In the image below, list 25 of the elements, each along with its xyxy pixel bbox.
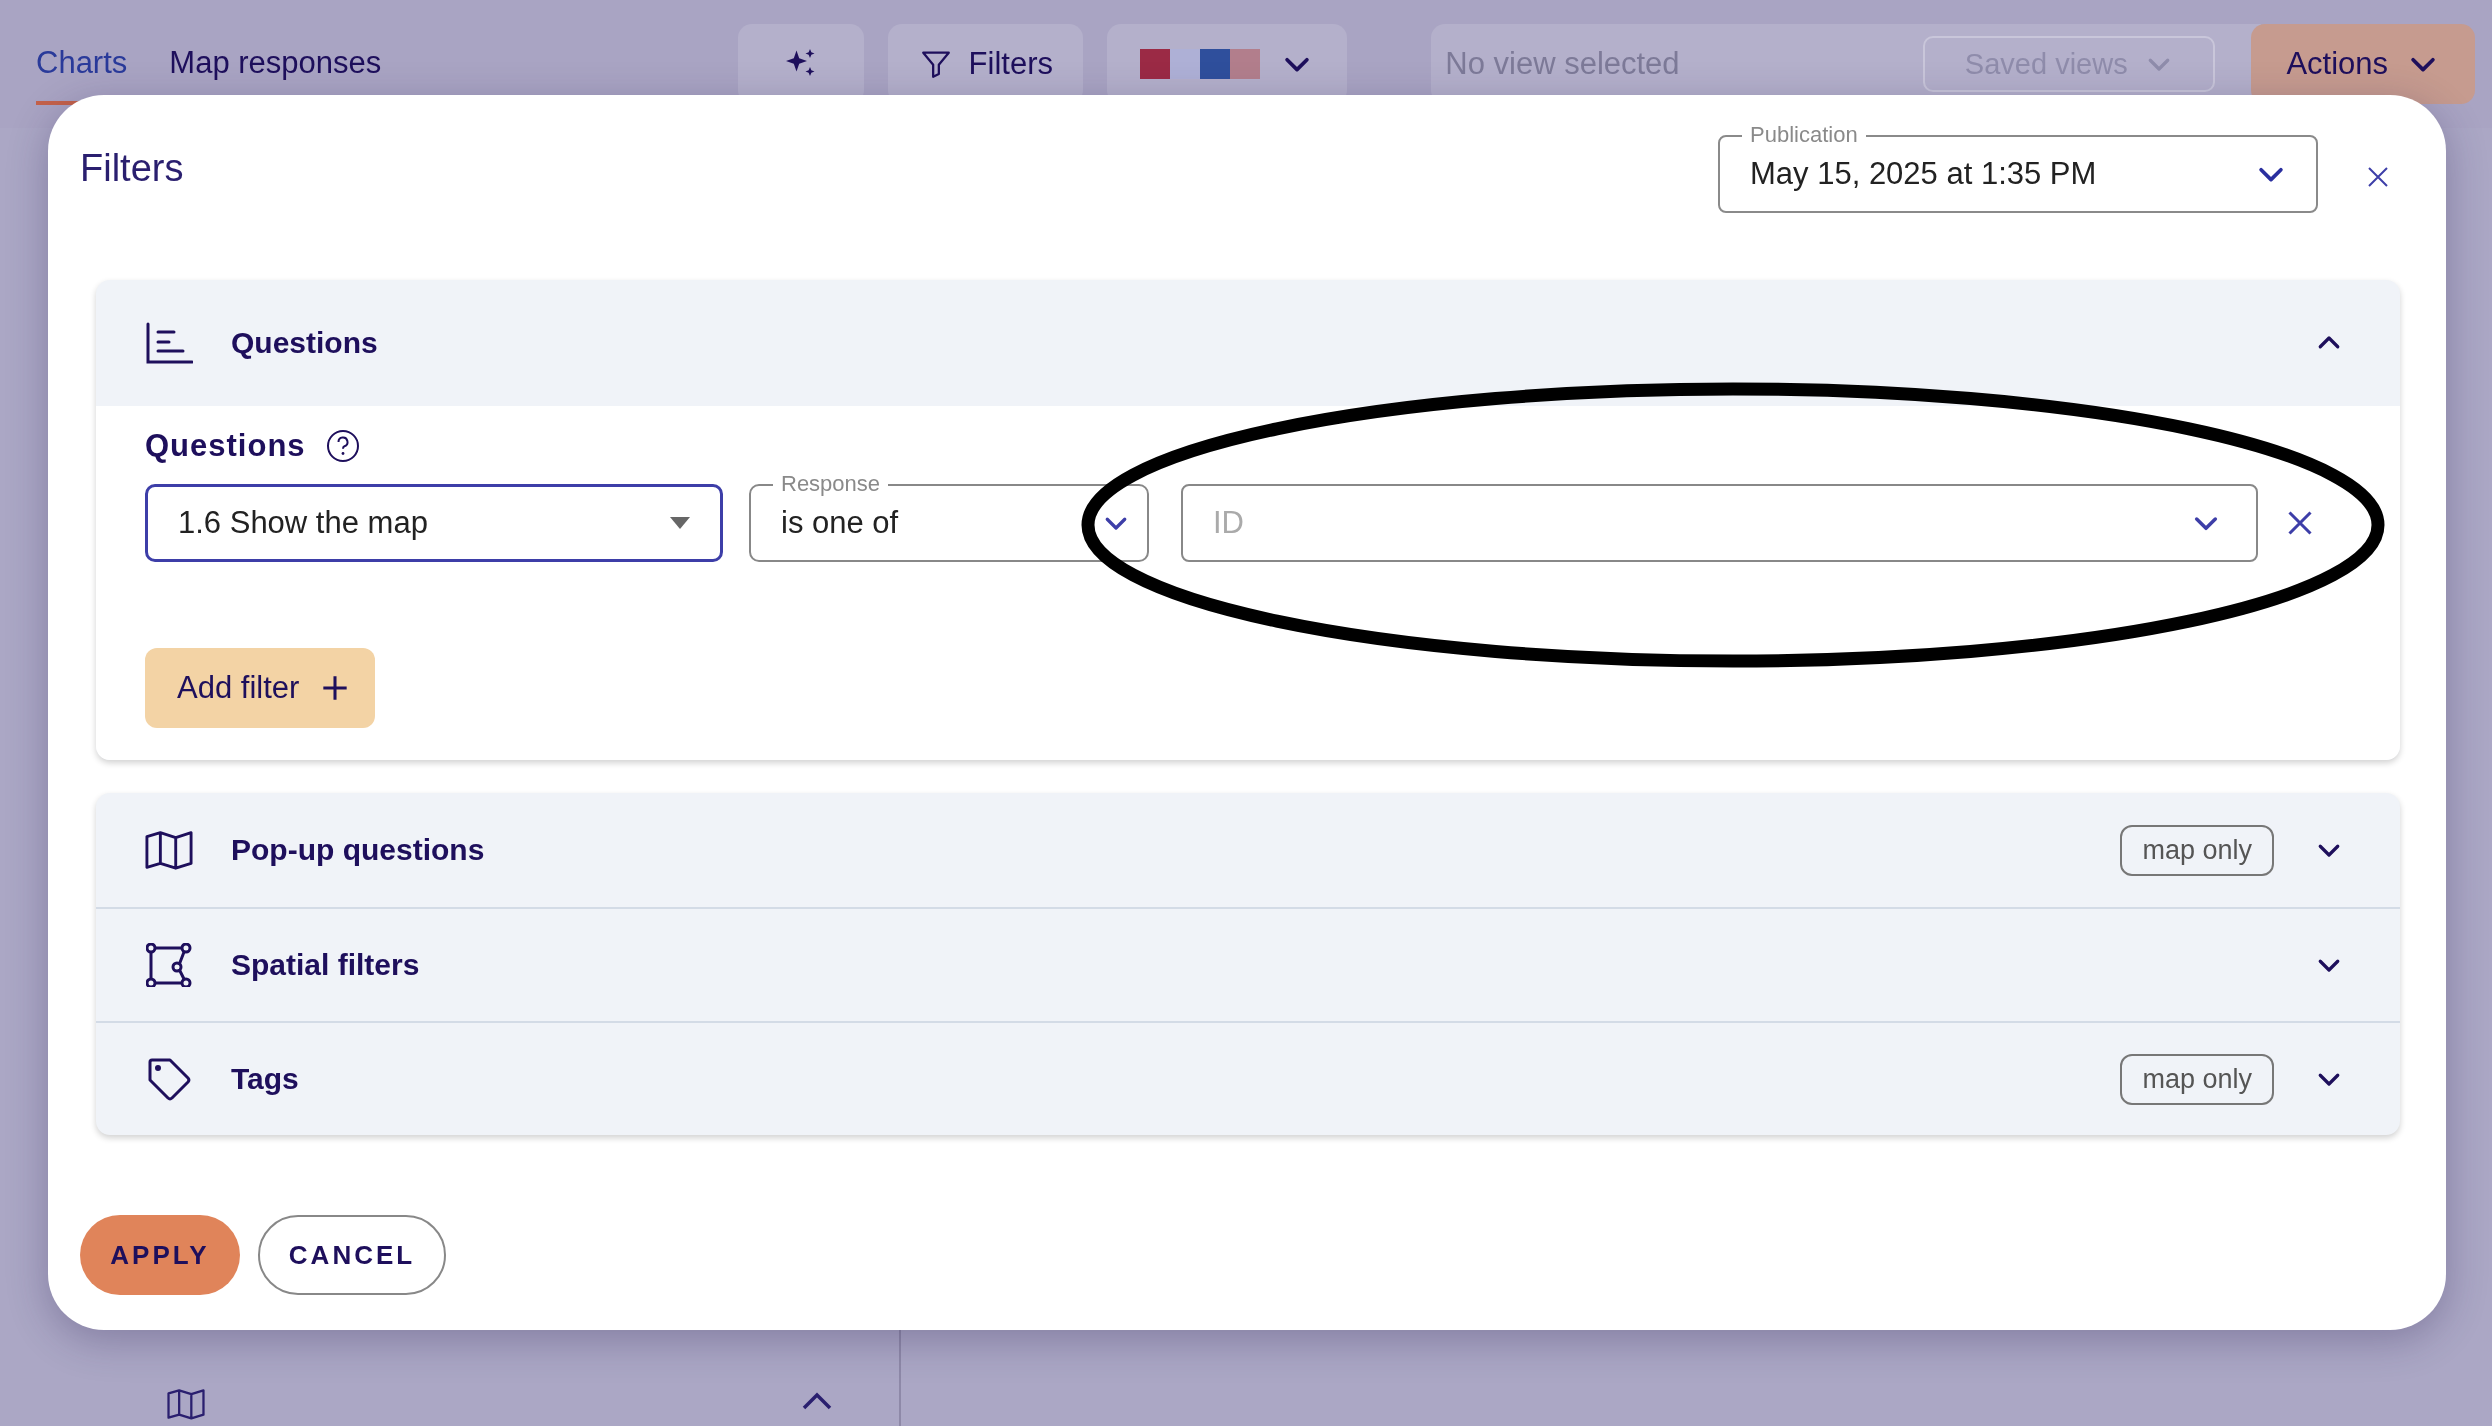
section-title: Questions	[231, 326, 378, 360]
list-chart-icon	[145, 321, 193, 365]
cancel-button[interactable]: CANCEL	[258, 1215, 446, 1295]
question-select[interactable]: 1.6 Show the map	[145, 484, 723, 562]
section-title: Tags	[231, 1062, 299, 1096]
polygon-icon	[146, 943, 192, 987]
plus-icon	[321, 674, 350, 702]
map-only-badge: map only	[2120, 1053, 2274, 1105]
caret-down-icon	[670, 517, 690, 529]
help-icon	[325, 429, 360, 463]
remove-button[interactable]	[2286, 509, 2314, 537]
map-icon	[145, 830, 193, 870]
add-filter-button[interactable]: Add filter	[145, 648, 376, 728]
close-icon	[2286, 509, 2314, 537]
dialog-title: Filters	[80, 147, 184, 190]
section-title: Pop-up questions	[231, 833, 485, 867]
apply-button[interactable]: APPLY	[80, 1215, 240, 1295]
section-title: Spatial filters	[231, 948, 420, 982]
actions-button[interactable]: Actions	[2251, 24, 2476, 104]
close-icon	[2366, 165, 2390, 189]
tab[interactable]: Map responses	[169, 23, 382, 105]
field-label: Questions	[145, 428, 306, 464]
map-only-badge: map only	[2120, 824, 2274, 876]
tag-icon	[147, 1057, 191, 1101]
map-icon	[167, 1388, 205, 1420]
